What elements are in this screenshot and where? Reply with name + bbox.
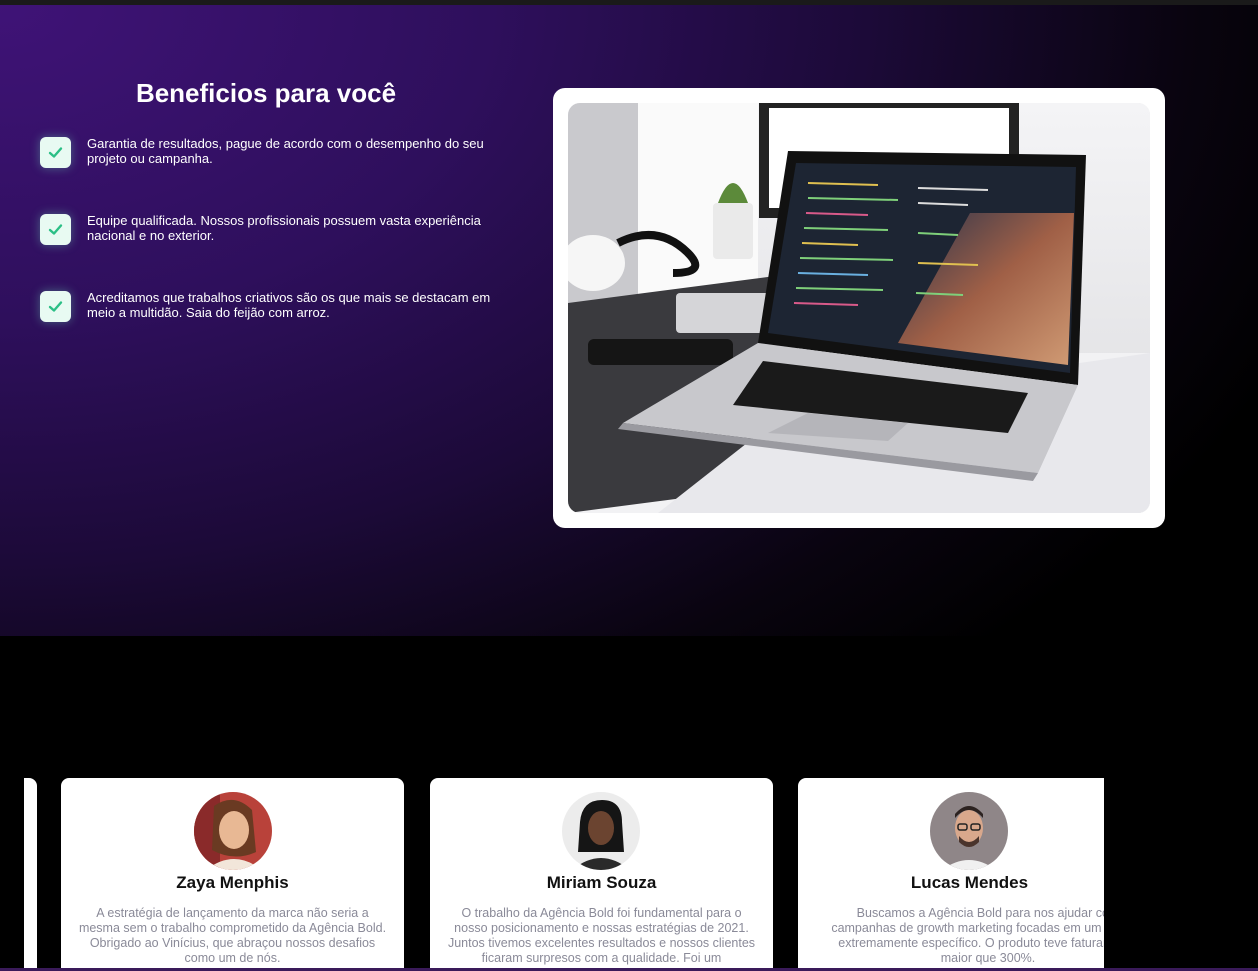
testimonial-card: Lucas Mendes Buscamos a Agência Bold par… (798, 778, 1141, 971)
avatar (562, 792, 640, 870)
testimonial-name: Miriam Souza (546, 873, 657, 892)
carousel-clip (1104, 770, 1258, 971)
laptop-photo (568, 103, 1150, 513)
avatar (194, 792, 272, 870)
check-icon (40, 291, 71, 322)
check-icon (40, 137, 71, 168)
benefits-section: Beneficios para você Garantia de resulta… (0, 5, 1258, 636)
benefit-text: Garantia de resultados, pague de acordo … (87, 136, 484, 166)
testimonial-text: A estratégia de lançamento da marca não … (78, 906, 387, 965)
check-icon (40, 214, 71, 245)
testimonial-card: Zaya Menphis A estratégia de lançamento … (61, 778, 404, 971)
testimonial-card-partial (24, 778, 37, 971)
testimonial-name: Lucas Mendes (910, 873, 1029, 892)
testimonial-card: Miriam Souza O trabalho da Agência Bold … (430, 778, 773, 971)
benefits-title: Beneficios para você (135, 78, 397, 108)
avatar (930, 792, 1008, 870)
testimonial-text: Buscamos a Agência Bold para nos ajudar … (831, 906, 1141, 965)
benefit-text: Acreditamos que trabalhos criativos são … (87, 290, 491, 320)
testimonial-text: O trabalho da Agência Bold foi fundament… (447, 906, 756, 965)
laptop-photo-frame (553, 88, 1165, 528)
benefit-text: Equipe qualificada. Nossos profissionais… (87, 213, 481, 243)
testimonials-section: Zaya Menphis A estratégia de lançamento … (0, 636, 1258, 971)
testimonial-name: Zaya Menphis (176, 873, 289, 892)
